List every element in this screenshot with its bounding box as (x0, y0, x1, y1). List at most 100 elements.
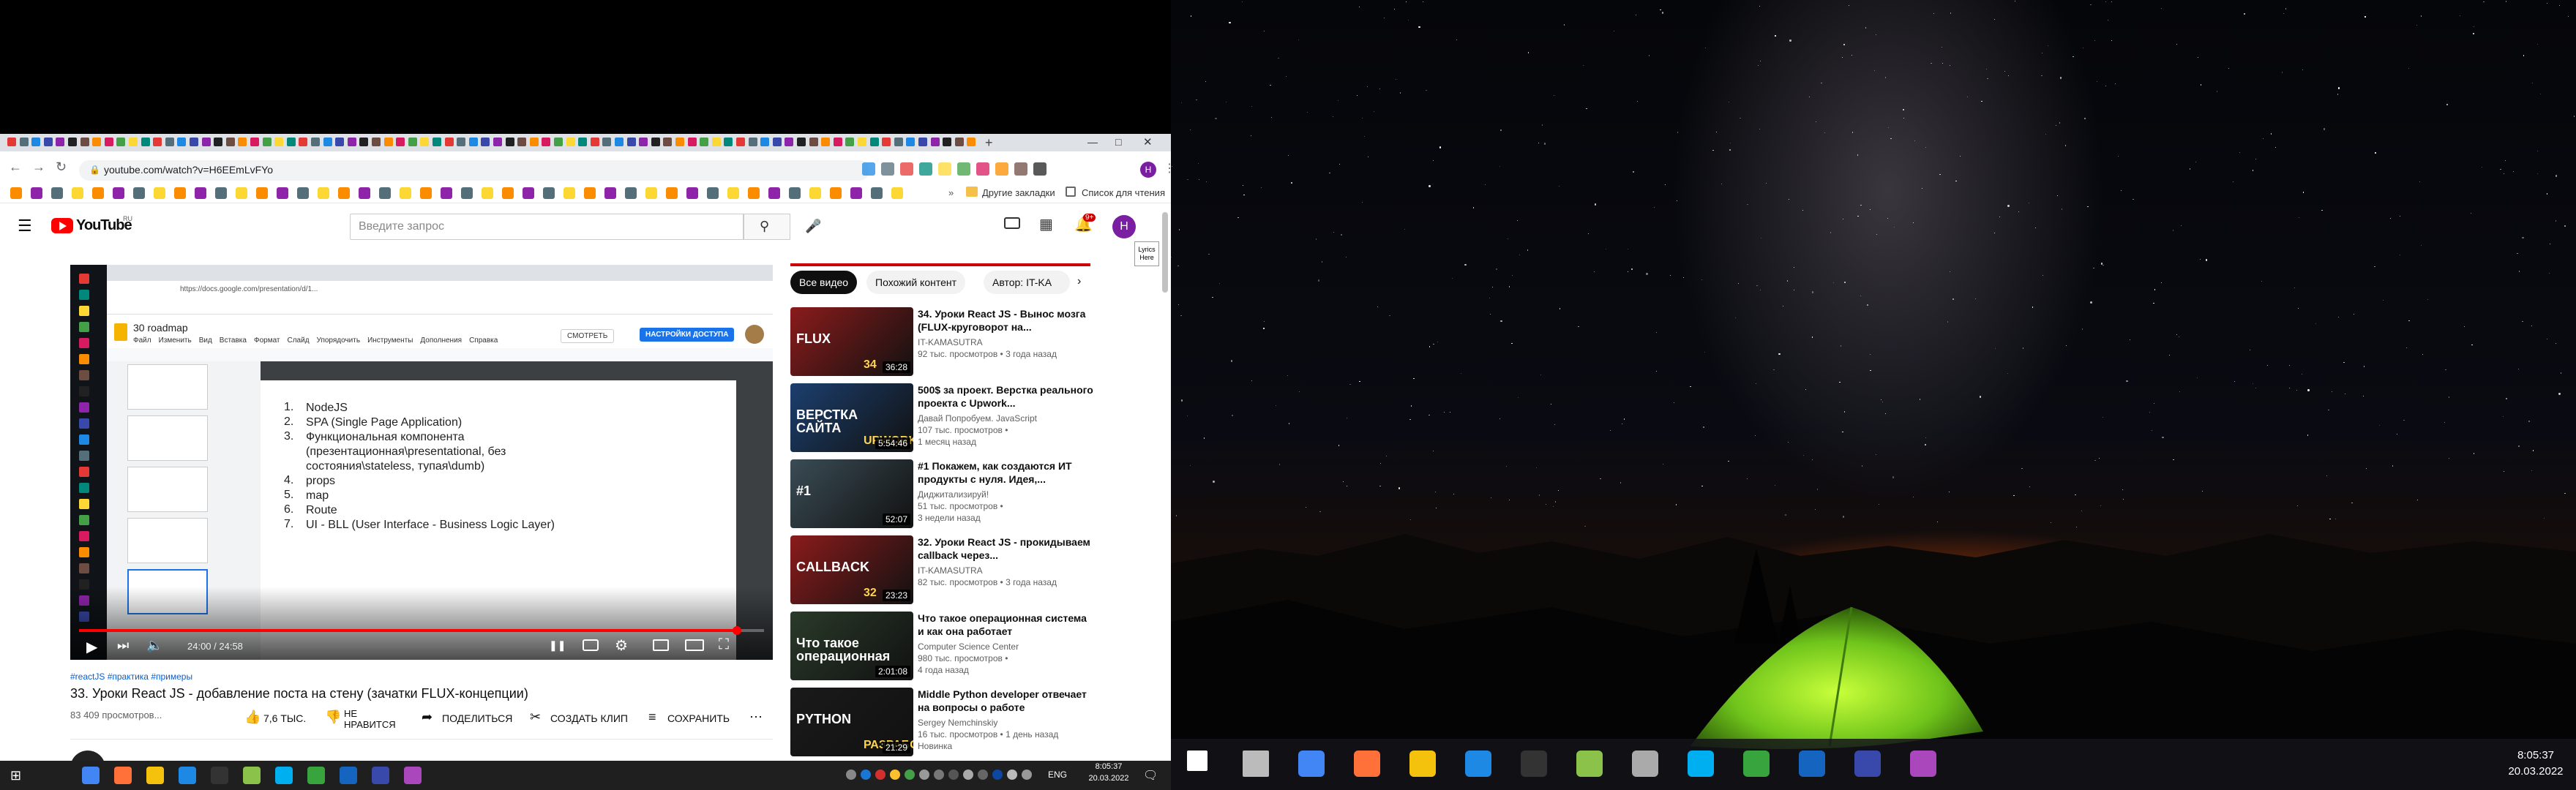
taskbar-app-icon[interactable] (243, 767, 261, 784)
taskbar-app-icon[interactable] (307, 767, 325, 784)
tab-favicon[interactable] (433, 138, 441, 146)
bookmark-icon[interactable] (133, 187, 145, 199)
taskbar-app-icon[interactable] (1576, 750, 1603, 777)
related-video[interactable]: #1 52:07 #1 Покажем, как создаются ИТ прод… (790, 459, 1098, 533)
chip-related[interactable]: Похожий контент (866, 271, 966, 294)
settings-icon[interactable]: ⚙ (615, 636, 628, 655)
fullscreen-icon[interactable]: ⛶ (719, 636, 729, 653)
tab-favicon[interactable] (43, 138, 53, 146)
volume-icon[interactable]: 🔈 (146, 638, 162, 653)
taskbar-app-icon[interactable] (1688, 750, 1714, 777)
share-icon[interactable]: ➦ (422, 710, 433, 725)
tab-favicon[interactable] (918, 138, 927, 146)
taskbar-app-icon[interactable] (404, 767, 422, 784)
tab-favicon[interactable] (954, 138, 964, 146)
bookmark-icon[interactable] (174, 187, 186, 199)
bookmark-icon[interactable] (891, 187, 903, 199)
video-player[interactable]: https://docs.google.com/presentation/d/1… (70, 265, 773, 660)
tab-favicon[interactable] (602, 138, 612, 146)
extension-icon[interactable] (957, 162, 970, 176)
bookmark-icon[interactable] (400, 187, 411, 199)
share-video-button[interactable]: ПОДЕЛИТЬСЯ (442, 712, 512, 724)
dislike-icon[interactable]: 👎 (325, 710, 341, 725)
extension-icon[interactable] (1014, 162, 1027, 176)
bookmark-icon[interactable] (10, 187, 22, 199)
back-icon[interactable]: ← (9, 159, 22, 174)
start-icon[interactable]: ⊞ (10, 768, 21, 783)
bookmark-icon[interactable] (727, 187, 739, 199)
tab-favicon[interactable] (177, 138, 187, 146)
tab-favicon[interactable] (238, 138, 247, 146)
taskbar-app-icon[interactable] (340, 767, 357, 784)
video-thumbnail[interactable]: #1 52:07 (790, 459, 913, 528)
bookmark-icon[interactable] (359, 187, 370, 199)
reload-icon[interactable]: ↻ (56, 159, 67, 174)
tab-favicon[interactable] (347, 138, 356, 146)
tab-favicon[interactable] (481, 138, 490, 146)
related-channel[interactable]: IT-KAMASUTRA (918, 565, 1093, 576)
taskbar-app-icon[interactable] (211, 767, 228, 784)
chip-author[interactable]: Автор: IT-KA (984, 271, 1070, 294)
tray-icon[interactable] (992, 770, 1003, 780)
bookmark-icon[interactable] (195, 187, 206, 199)
tab-favicon[interactable] (129, 138, 138, 146)
bookmark-icon[interactable] (215, 187, 227, 199)
related-video[interactable]: FLUX 34 36:28 34. Уроки React JS - Вынос мо… (790, 307, 1098, 380)
bookmark-icon[interactable] (256, 187, 268, 199)
clip-button[interactable]: СОЗДАТЬ КЛИП (550, 712, 628, 724)
taskbar-app-icon[interactable] (1743, 750, 1770, 777)
video-thumbnail[interactable]: FLUX 34 36:28 (790, 307, 913, 376)
tab-favicon[interactable] (590, 138, 599, 146)
bookmark-icon[interactable] (338, 187, 350, 199)
clip-icon[interactable]: ✂ (530, 710, 541, 725)
tab-favicon[interactable] (651, 138, 660, 146)
extension-icon[interactable] (881, 162, 894, 176)
bookmark-icon[interactable] (154, 187, 165, 199)
tab-favicon[interactable] (797, 138, 806, 146)
close-window-button[interactable]: ✕ (1143, 135, 1153, 148)
right-clock-date[interactable]: 20.03.2022 (2503, 765, 2569, 778)
tab-favicon[interactable] (858, 138, 866, 146)
bookmark-icon[interactable] (809, 187, 821, 199)
tab-favicon[interactable] (323, 138, 332, 146)
related-video-title[interactable]: 500$ за проект. Верстка реального проект… (918, 383, 1093, 410)
tab-favicon[interactable] (457, 138, 466, 146)
bookmark-icon[interactable] (277, 187, 288, 199)
related-video-title[interactable]: Middle Python developer отвечает на вопр… (918, 688, 1093, 714)
tab-favicon[interactable] (383, 138, 393, 146)
maximize-window-button[interactable]: □ (1115, 136, 1121, 148)
bookmark-icon[interactable] (379, 187, 391, 199)
bookmark-icon[interactable] (441, 187, 452, 199)
tab-favicon[interactable] (141, 138, 150, 146)
tab-favicon[interactable] (468, 138, 478, 146)
tab-favicon[interactable] (906, 138, 916, 146)
extension-icon[interactable] (900, 162, 913, 176)
search-placeholder[interactable]: Введите запрос (359, 220, 444, 233)
bookmark-icon[interactable] (482, 187, 493, 199)
bookmark-icon[interactable] (420, 187, 432, 199)
chips-next-icon[interactable]: › (1077, 275, 1081, 288)
taskbar-app-icon[interactable] (179, 767, 196, 784)
extension-icon[interactable] (995, 162, 1008, 176)
bookmark-icon[interactable] (789, 187, 801, 199)
tab-favicon[interactable] (517, 138, 527, 146)
taskbar-app-icon[interactable] (1521, 750, 1547, 777)
tab-favicon[interactable] (311, 138, 320, 146)
tab-favicon[interactable] (736, 138, 745, 146)
hamburger-icon[interactable]: ☰ (18, 217, 32, 236)
bookmark-icon[interactable] (297, 187, 309, 199)
tab-favicon[interactable] (359, 138, 369, 146)
tab-favicon[interactable] (894, 138, 903, 146)
tab-favicon[interactable] (626, 138, 636, 146)
related-channel[interactable]: Computer Science Center (918, 641, 1093, 652)
tab-favicon[interactable] (274, 138, 284, 146)
bookmark-icon[interactable] (31, 187, 42, 199)
tray-icon[interactable] (963, 770, 973, 780)
tab-favicon[interactable] (760, 138, 770, 146)
tab-favicon[interactable] (821, 138, 831, 146)
tab-favicon[interactable] (869, 138, 879, 146)
bookmark-icon[interactable] (502, 187, 514, 199)
tab-favicon[interactable] (675, 138, 684, 146)
progress-scrubber[interactable] (732, 626, 741, 635)
taskbar-app-icon[interactable] (1298, 750, 1325, 777)
